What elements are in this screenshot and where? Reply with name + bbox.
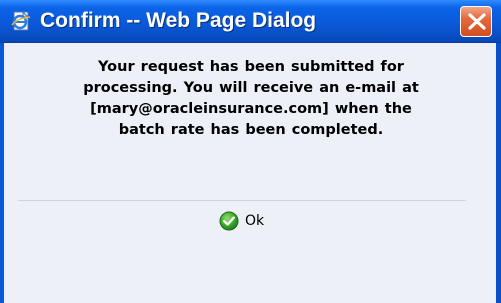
title-bar[interactable]: Confirm -- Web Page Dialog [0,0,501,43]
close-x-icon [468,13,486,30]
ie-page-icon [10,10,32,32]
message-line: processing. You will receive an e-mail a… [83,80,419,96]
dialog-body: Your request has been submitted for proc… [4,43,496,303]
ok-button[interactable]: Ok [219,208,264,234]
message-line: [mary@oracleinsurance.com] when the [90,101,412,117]
check-circle-icon [219,211,239,231]
close-button[interactable] [460,6,492,37]
divider [18,200,466,201]
confirm-dialog: Confirm -- Web Page Dialog Your request … [0,0,501,303]
window-frame [496,43,501,303]
dialog-title: Confirm -- Web Page Dialog [40,9,317,32]
message-line: batch rate has been completed. [118,122,384,138]
confirmation-message: Your request has been submitted for proc… [16,57,486,141]
ok-label: Ok [245,213,265,229]
message-line: Your request has been submitted for [98,59,404,75]
